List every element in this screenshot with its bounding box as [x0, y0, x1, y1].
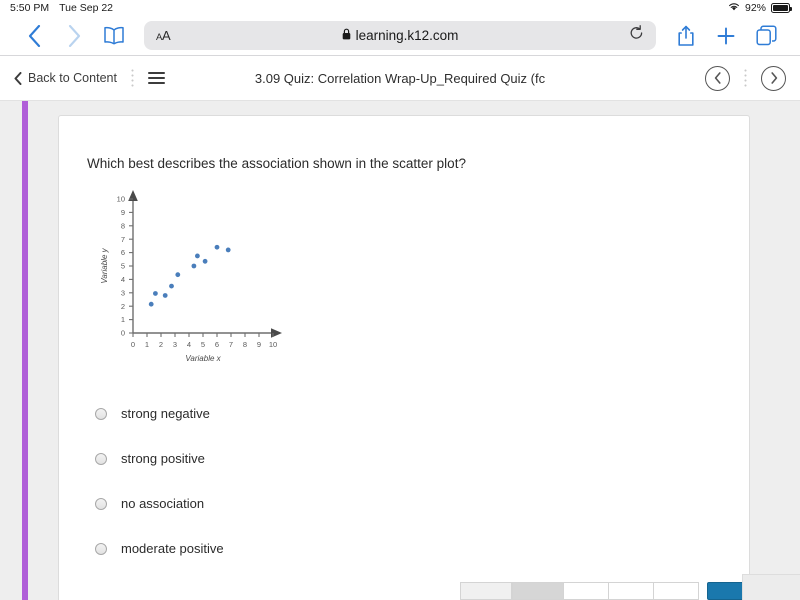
- chevron-left-icon: [14, 71, 22, 85]
- page-body: Which best describes the association sho…: [0, 101, 800, 600]
- scatter-point: [148, 301, 154, 307]
- show-tabs-button[interactable]: [746, 19, 786, 53]
- svg-text:10: 10: [269, 340, 277, 349]
- svg-text:7: 7: [121, 235, 125, 244]
- svg-text:9: 9: [257, 340, 261, 349]
- scatter-point: [195, 253, 200, 259]
- answer-option[interactable]: strong negative: [87, 391, 749, 436]
- new-tab-button[interactable]: [706, 19, 746, 53]
- svg-text:4: 4: [121, 275, 125, 284]
- answer-option[interactable]: strong positive: [87, 436, 749, 481]
- lock-icon: [342, 27, 351, 45]
- y-axis-title: Variable y: [100, 247, 109, 283]
- y-axis-labels: 0 1 2 3 4 5 6 7 8 9 10: [117, 195, 125, 338]
- scatter-data-points: [148, 244, 231, 307]
- svg-text:8: 8: [243, 340, 247, 349]
- svg-text:3: 3: [121, 288, 125, 297]
- share-button[interactable]: [666, 19, 706, 53]
- browser-toolbar: AA learning.k12.com: [0, 16, 800, 56]
- scatter-point: [162, 293, 168, 298]
- x-axis-title: Variable x: [185, 354, 221, 363]
- next-question-button[interactable]: [761, 65, 786, 91]
- svg-text:10: 10: [117, 195, 125, 204]
- radio-button[interactable]: [95, 497, 107, 510]
- reload-icon[interactable]: [629, 25, 644, 46]
- status-bar-left: 5:50 PM Tue Sep 22: [10, 2, 113, 14]
- question-card: Which best describes the association sho…: [58, 115, 750, 600]
- x-axis-labels: 0 1 2 3 4 5 6 7 8 9 10: [131, 340, 277, 349]
- browser-back-button[interactable]: [14, 19, 54, 53]
- radio-button[interactable]: [95, 542, 107, 555]
- bookmarks-button[interactable]: [94, 19, 134, 53]
- header-nav-group: [705, 65, 786, 91]
- address-bar-center: learning.k12.com: [144, 27, 656, 45]
- status-date: Tue Sep 22: [59, 2, 114, 14]
- page-number-button[interactable]: [654, 582, 699, 600]
- svg-text:2: 2: [121, 302, 125, 311]
- ios-status-bar: 5:50 PM Tue Sep 22 92%: [0, 0, 800, 16]
- svg-text:9: 9: [121, 208, 125, 217]
- svg-text:8: 8: [121, 221, 125, 230]
- lms-header: Back to Content 3.09 Quiz: Correlation W…: [0, 56, 800, 101]
- page-title: 3.09 Quiz: Correlation Wrap-Up_Required …: [254, 70, 546, 86]
- browser-forward-button[interactable]: [54, 19, 94, 53]
- answer-options: strong negative strong positive no assoc…: [87, 391, 749, 571]
- header-divider-left: [130, 68, 134, 88]
- status-time: 5:50 PM: [10, 2, 50, 14]
- svg-text:6: 6: [215, 340, 219, 349]
- answer-option[interactable]: moderate positive: [87, 526, 749, 571]
- svg-text:3: 3: [173, 340, 177, 349]
- page-number-button[interactable]: [564, 582, 609, 600]
- back-to-content-button[interactable]: Back to Content: [14, 71, 117, 85]
- answer-option-label: no association: [121, 496, 205, 511]
- scatter-point: [169, 283, 174, 289]
- previous-page-button[interactable]: [460, 582, 512, 600]
- scatter-point: [202, 258, 208, 264]
- scatter-point: [191, 263, 197, 269]
- answer-option-label: strong negative: [121, 406, 210, 421]
- svg-text:1: 1: [121, 315, 125, 324]
- scatter-point: [225, 247, 231, 253]
- battery-icon: [771, 3, 792, 13]
- answer-option-label: strong positive: [121, 451, 205, 466]
- svg-text:1: 1: [145, 340, 149, 349]
- radio-button[interactable]: [95, 452, 107, 465]
- url-text: learning.k12.com: [355, 28, 459, 43]
- bottom-right-corner-panel: [742, 574, 800, 600]
- scatter-plot-svg: 0 1 2 3 4 5 6 7 8 9 10 0 1 2 3 4 5 6 7 8…: [100, 190, 282, 363]
- svg-text:2: 2: [159, 340, 163, 349]
- scatter-point: [214, 244, 220, 250]
- svg-text:7: 7: [229, 340, 233, 349]
- address-bar[interactable]: AA learning.k12.com: [144, 21, 656, 50]
- status-bar-right: 92%: [728, 2, 792, 14]
- answer-option-label: moderate positive: [121, 541, 224, 556]
- page-number-button[interactable]: [609, 582, 654, 600]
- svg-text:5: 5: [201, 340, 205, 349]
- previous-question-button[interactable]: [705, 65, 730, 91]
- scatter-point: [175, 272, 181, 278]
- content-scroll-area[interactable]: Which best describes the association sho…: [28, 101, 800, 600]
- quiz-bottom-nav-inner: [460, 582, 781, 600]
- svg-text:5: 5: [121, 262, 125, 271]
- svg-text:0: 0: [131, 340, 135, 349]
- scatter-plot: 0 1 2 3 4 5 6 7 8 9 10 0 1 2 3 4 5 6 7 8…: [95, 185, 295, 363]
- text-size-button[interactable]: AA: [156, 28, 171, 43]
- svg-text:0: 0: [121, 329, 125, 338]
- svg-text:4: 4: [187, 340, 191, 349]
- svg-text:6: 6: [121, 248, 125, 257]
- question-prompt: Which best describes the association sho…: [87, 156, 466, 171]
- radio-button[interactable]: [95, 407, 107, 420]
- scatter-point: [153, 291, 158, 296]
- back-to-content-label: Back to Content: [28, 71, 117, 85]
- battery-percent: 92%: [744, 2, 766, 14]
- wifi-icon: [728, 2, 740, 14]
- current-page-button[interactable]: [512, 582, 564, 600]
- hamburger-icon[interactable]: [147, 72, 165, 84]
- answer-option[interactable]: no association: [87, 481, 749, 526]
- header-divider-right: [744, 68, 747, 88]
